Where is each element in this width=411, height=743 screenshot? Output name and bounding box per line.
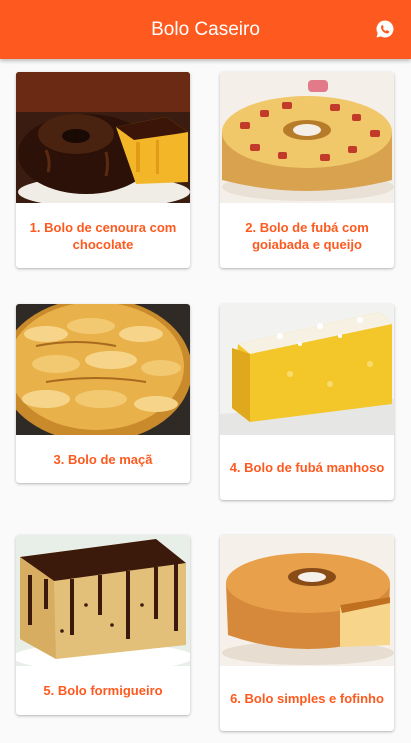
app-bar: Bolo Caseiro — [0, 0, 411, 59]
recipe-card[interactable]: 6. Bolo simples e fofinho — [220, 535, 394, 731]
recipe-title: 1. Bolo de cenoura com chocolate — [29, 219, 177, 252]
recipe-photo-cornmeal-cake — [220, 304, 394, 435]
recipe-photo-carrot-cake — [16, 72, 190, 203]
recipe-photo-simple-cake — [220, 535, 394, 666]
recipe-title: 5. Bolo formigueiro — [43, 683, 163, 698]
recipe-card[interactable]: 1. Bolo de cenoura com chocolate — [16, 72, 190, 268]
recipe-card[interactable]: 3. Bolo de maçã — [16, 304, 190, 483]
recipe-title: 6. Bolo simples e fofinho — [230, 691, 384, 706]
recipe-photo-apple-cake — [16, 304, 190, 435]
whatsapp-icon — [376, 20, 394, 38]
whatsapp-share-button[interactable] — [375, 19, 395, 39]
app-title: Bolo Caseiro — [151, 19, 260, 40]
recipe-card[interactable]: 4. Bolo de fubá manhoso — [220, 304, 394, 500]
recipe-title: 3. Bolo de maçã — [53, 451, 153, 467]
recipe-card[interactable]: 5. Bolo formigueiro — [16, 535, 190, 715]
recipe-photo-sprinkle-cake — [16, 535, 190, 666]
recipe-title: 4. Bolo de fubá manhoso — [229, 460, 385, 475]
recipe-card[interactable]: 2. Bolo de fubá com goiabada e queijo — [220, 72, 394, 268]
recipe-photo-cornmeal-guava-cake — [220, 72, 394, 203]
recipe-title: 2. Bolo de fubá com goiabada e queijo — [245, 219, 369, 252]
